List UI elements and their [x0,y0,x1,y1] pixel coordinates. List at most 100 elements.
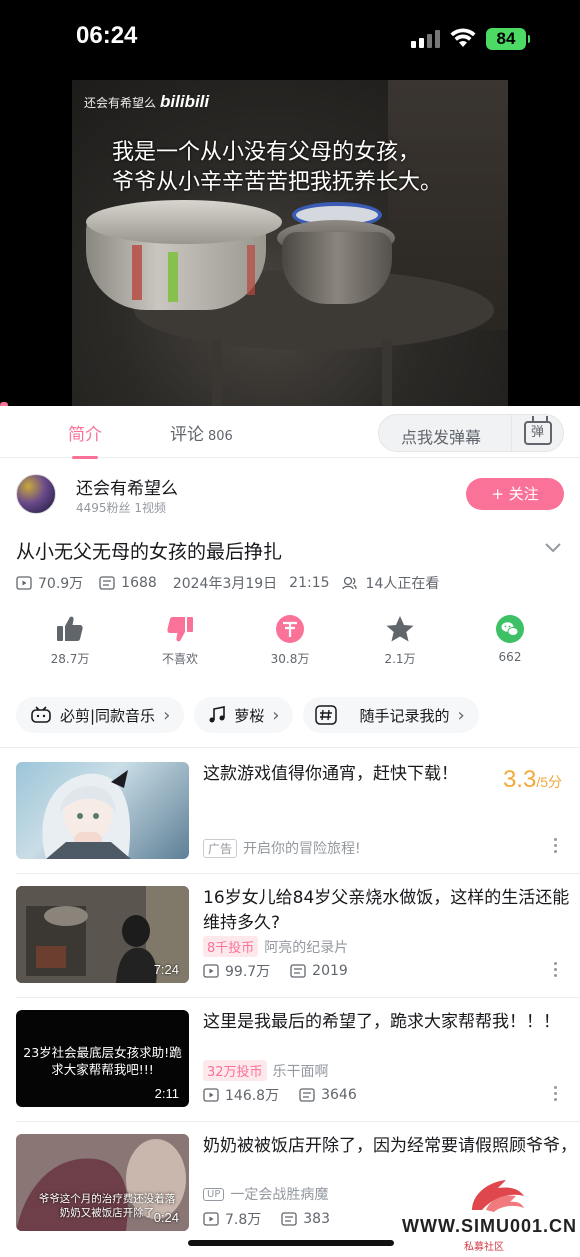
play-count-icon [203,964,219,978]
rec-title: 这里是我最后的希望了，跪求大家帮帮我！！！ [203,1012,560,1032]
play-count-icon [16,576,32,590]
danmaku-input[interactable]: 点我发弹幕 弹 [378,414,564,452]
video-meta-row: 70.9万 1688 2024年3月19日 21:15 14人正在看 [16,573,439,593]
bilibili-logo: bilibili [160,92,210,111]
danmaku-count-icon [299,1088,315,1102]
game-rating: 3.3/5分 [502,766,562,793]
video-player[interactable]: 还会有希望么 bilibili 我是一个从小没有父母的女孩， 爷爷从小辛辛苦苦把… [72,80,508,406]
anime-girl-illustration [42,770,131,859]
rec-title: 奶奶被被饭店开除了，因为经常要请假照顾爷爷， [203,1136,577,1156]
follow-button[interactable]: + 关注 [466,478,564,510]
watermark-logo-icon [472,1180,524,1212]
more-options-icon[interactable] [554,1086,558,1101]
tag-bijian[interactable]: 必剪|同款音乐 › [16,697,185,733]
play-count-icon [203,1212,219,1226]
video-thumbnail[interactable]: 23岁社会最底层女孩求助!跪求大家帮帮我吧!!! 2:11 [16,1010,189,1107]
music-icon [209,706,226,723]
tag-music[interactable]: 萝桜 › [194,697,294,733]
watching-now: 14人正在看 [365,576,440,592]
divider [0,747,580,748]
battery-indicator: 84 [486,28,530,50]
coin-icon [276,615,304,643]
comments-count: 806 [208,429,233,444]
more-options-icon[interactable] [554,838,558,853]
danmaku-count-icon [290,964,306,978]
ad-thumbnail[interactable] [16,762,189,859]
list-item-ad[interactable]: 这款游戏值得你通宵，赶快下载！ 3.3/5分 广告 开启你的冒险旅程! [16,762,580,862]
up-badge: UP [203,1187,225,1201]
chevron-down-icon[interactable] [544,540,562,554]
video-thumbnail[interactable]: 7:24 [16,886,189,983]
video-subtitle: 我是一个从小没有父母的女孩， 爷爷从小辛辛苦苦把我抚养长大。 [112,140,443,195]
publish-date: 2024年3月19日 [172,576,278,592]
avatar[interactable] [16,474,56,514]
more-options-icon[interactable] [554,962,558,977]
rec-stats: 7.8万 383 [203,1209,330,1229]
video-duration: 0:24 [153,1210,179,1225]
chevron-right-icon: › [457,704,465,726]
action-bar: 28.7万 不喜欢 30.8万 2.1万 662 [0,612,580,672]
wechat-share-button[interactable]: 662 [470,612,550,664]
ad-badge: 广告 [203,838,238,858]
ad-text: 开启你的冒险旅程! [243,841,361,857]
wechat-share-icon [496,615,524,643]
rec-title: 这款游戏值得你通宵，赶快下载！ [203,764,458,784]
rec-subline: UP 一定会战胜病魔 [203,1184,328,1204]
site-watermark: WWW.SIMU001.CN 私募社区 [402,1170,578,1253]
coin-button[interactable]: 30.8万 [250,612,330,667]
danmaku-placeholder: 点我发弹幕 [401,428,482,447]
danmaku-count-icon [99,576,115,590]
coin-badge: 8千投币 [203,936,259,957]
wifi-icon [450,28,476,47]
video-watermark: 还会有希望么 bilibili [84,92,210,111]
uploader-row: 还会有希望么 4495粉丝 1视频 + 关注 [0,466,580,526]
uploader-name[interactable]: 还会有希望么 [76,474,178,499]
rec-subline: 32万投币 乐干面啊 [203,1060,329,1081]
tab-comments[interactable]: 评论 806 [170,420,233,445]
watermark-subtext: 私募社区 [464,1242,504,1253]
favorite-icon [386,616,414,642]
publish-time: 21:15 [289,575,330,591]
watermark-text: WWW.SIMU001.CN [402,1216,578,1236]
dislike-icon [167,617,193,642]
favorite-button[interactable]: 2.1万 [360,612,440,667]
danmaku-toggle-button[interactable]: 弹 [511,414,563,452]
video-title: 从小无父无母的女孩的最后挣扎 [16,541,283,563]
video-duration: 7:24 [153,962,179,977]
like-icon [57,616,83,641]
ad-subline: 广告 开启你的冒险旅程! [203,838,361,858]
tab-intro[interactable]: 简介 [68,420,102,459]
rec-stats: 99.7万 2019 [203,961,348,981]
tag-row: 必剪|同款音乐 › 萝桜 › 随手记录我的 › [16,697,479,733]
rec-author: 乐干面啊 [272,1063,329,1080]
thumbnail-caption: 23岁社会最底层女孩求助!跪求大家帮帮我吧!!! [23,1045,182,1077]
watching-icon [341,576,357,590]
rec-author: 一定会战胜病魔 [230,1187,329,1203]
danmaku-count-icon [281,1212,297,1226]
home-indicator[interactable] [188,1240,394,1246]
view-count: 70.9万 [38,576,84,592]
divider [16,1121,580,1122]
dislike-button[interactable]: 不喜欢 [140,612,220,667]
danmaku-count: 1688 [121,575,157,591]
chevron-right-icon: › [163,704,171,726]
video-duration: 2:11 [154,1086,179,1101]
coin-badge: 32万投币 [203,1060,267,1081]
hashtag-icon [315,705,338,725]
status-bar: 06:24 84 [0,0,580,78]
cellular-signal-icon [411,30,440,48]
tag-topic[interactable]: 随手记录我的 › [303,697,479,733]
rec-subline: 8千投币 阿亮的纪录片 [203,936,348,957]
like-button[interactable]: 28.7万 [30,612,110,667]
rec-author: 阿亮的纪录片 [264,939,349,956]
status-time: 06:24 [76,22,138,49]
uploader-stats: 4495粉丝 1视频 [76,501,166,515]
list-item-video[interactable]: 7:24 16岁女儿给84岁父亲烧水做饭，这样的生活还能维持多久? 8千投币 阿… [16,886,580,986]
list-item-video[interactable]: 23岁社会最底层女孩求助!跪求大家帮帮我吧!!! 2:11 这里是我最后的希望了… [16,1010,580,1110]
bijian-icon [31,706,51,723]
divider [16,873,580,874]
detail-tabs: 简介 评论 806 点我发弹幕 弹 [0,406,580,459]
video-thumbnail[interactable]: 爷爷这个月的治疗费还没着落 奶奶又被饭店开除了 0:24 [16,1134,189,1231]
play-count-icon [203,1088,219,1102]
chevron-right-icon: › [272,704,280,726]
